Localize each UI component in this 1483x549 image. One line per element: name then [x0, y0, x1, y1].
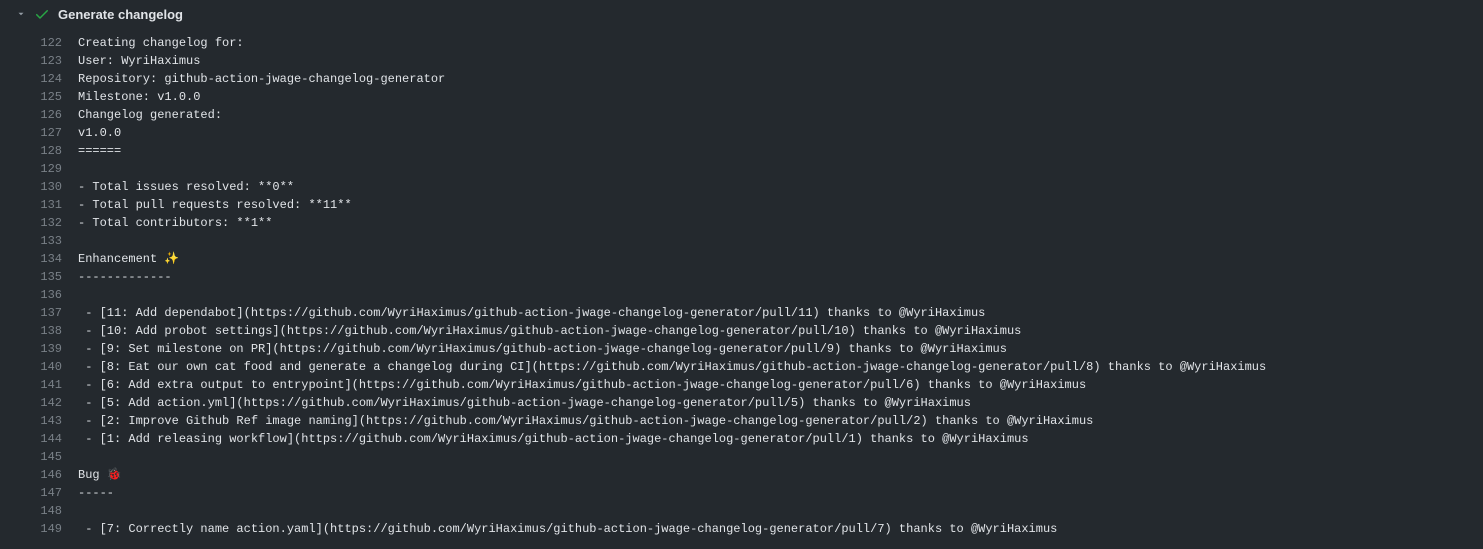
line-number: 124 — [14, 70, 62, 88]
line-number: 139 — [14, 340, 62, 358]
log-output: 122Creating changelog for:123User: WyriH… — [0, 28, 1483, 538]
line-number: 125 — [14, 88, 62, 106]
log-line: 124Repository: github-action-jwage-chang… — [0, 70, 1483, 88]
log-line: 140 - [8: Eat our own cat food and gener… — [0, 358, 1483, 376]
line-number: 138 — [14, 322, 62, 340]
log-line: 138 - [10: Add probot settings](https://… — [0, 322, 1483, 340]
log-line: 146Bug 🐞 — [0, 466, 1483, 484]
log-line: 145 — [0, 448, 1483, 466]
log-line: 132- Total contributors: **1** — [0, 214, 1483, 232]
line-number: 147 — [14, 484, 62, 502]
line-number: 132 — [14, 214, 62, 232]
line-content: - [8: Eat our own cat food and generate … — [62, 358, 1266, 376]
log-line: 131- Total pull requests resolved: **11*… — [0, 196, 1483, 214]
line-number: 146 — [14, 466, 62, 484]
log-line: 149 - [7: Correctly name action.yaml](ht… — [0, 520, 1483, 538]
line-number: 130 — [14, 178, 62, 196]
line-number: 140 — [14, 358, 62, 376]
line-content: - [11: Add dependabot](https://github.co… — [62, 304, 985, 322]
line-number: 134 — [14, 250, 62, 268]
line-content: v1.0.0 — [62, 124, 121, 142]
log-line: 126Changelog generated: — [0, 106, 1483, 124]
line-number: 127 — [14, 124, 62, 142]
log-line: 137 - [11: Add dependabot](https://githu… — [0, 304, 1483, 322]
line-number: 122 — [14, 34, 62, 52]
log-line: 134Enhancement ✨ — [0, 250, 1483, 268]
log-line: 135------------- — [0, 268, 1483, 286]
line-content: - [10: Add probot settings](https://gith… — [62, 322, 1021, 340]
log-line: 129 — [0, 160, 1483, 178]
line-content: ----- — [62, 484, 114, 502]
line-content: Enhancement ✨ — [62, 250, 179, 268]
line-content: ------------- — [62, 268, 172, 286]
check-icon — [34, 6, 50, 22]
line-content: Milestone: v1.0.0 — [62, 88, 200, 106]
log-line: 123User: WyriHaximus — [0, 52, 1483, 70]
log-line: 143 - [2: Improve Github Ref image namin… — [0, 412, 1483, 430]
log-line: 125Milestone: v1.0.0 — [0, 88, 1483, 106]
line-number: 148 — [14, 502, 62, 520]
line-content: Creating changelog for: — [62, 34, 244, 52]
log-line: 141 - [6: Add extra output to entrypoint… — [0, 376, 1483, 394]
line-content: - [6: Add extra output to entrypoint](ht… — [62, 376, 1086, 394]
line-number: 137 — [14, 304, 62, 322]
log-line: 148 — [0, 502, 1483, 520]
step-title: Generate changelog — [58, 7, 183, 22]
line-number: 145 — [14, 448, 62, 466]
step-header[interactable]: Generate changelog — [0, 0, 1483, 28]
line-number: 136 — [14, 286, 62, 304]
line-number: 123 — [14, 52, 62, 70]
log-line: 130- Total issues resolved: **0** — [0, 178, 1483, 196]
line-content: Repository: github-action-jwage-changelo… — [62, 70, 445, 88]
line-content: Bug 🐞 — [62, 466, 122, 484]
line-number: 144 — [14, 430, 62, 448]
log-line: 144 - [1: Add releasing workflow](https:… — [0, 430, 1483, 448]
log-line: 127v1.0.0 — [0, 124, 1483, 142]
log-line: 128====== — [0, 142, 1483, 160]
line-content: - Total pull requests resolved: **11** — [62, 196, 352, 214]
line-number: 133 — [14, 232, 62, 250]
line-number: 126 — [14, 106, 62, 124]
log-line: 136 — [0, 286, 1483, 304]
line-content: - [9: Set milestone on PR](https://githu… — [62, 340, 1007, 358]
line-number: 141 — [14, 376, 62, 394]
line-content: - [1: Add releasing workflow](https://gi… — [62, 430, 1029, 448]
line-content: - [5: Add action.yml](https://github.com… — [62, 394, 971, 412]
log-line: 139 - [9: Set milestone on PR](https://g… — [0, 340, 1483, 358]
line-content: ====== — [62, 142, 121, 160]
line-number: 142 — [14, 394, 62, 412]
line-number: 131 — [14, 196, 62, 214]
line-content: - Total contributors: **1** — [62, 214, 272, 232]
line-content: Changelog generated: — [62, 106, 222, 124]
line-content: User: WyriHaximus — [62, 52, 200, 70]
log-line: 142 - [5: Add action.yml](https://github… — [0, 394, 1483, 412]
log-line: 133 — [0, 232, 1483, 250]
line-content: - [7: Correctly name action.yaml](https:… — [62, 520, 1057, 538]
line-number: 128 — [14, 142, 62, 160]
line-number: 149 — [14, 520, 62, 538]
line-number: 129 — [14, 160, 62, 178]
log-line: 147----- — [0, 484, 1483, 502]
line-number: 143 — [14, 412, 62, 430]
line-content: - [2: Improve Github Ref image naming](h… — [62, 412, 1093, 430]
chevron-down-icon — [16, 9, 26, 19]
line-content: - Total issues resolved: **0** — [62, 178, 294, 196]
log-line: 122Creating changelog for: — [0, 34, 1483, 52]
line-number: 135 — [14, 268, 62, 286]
